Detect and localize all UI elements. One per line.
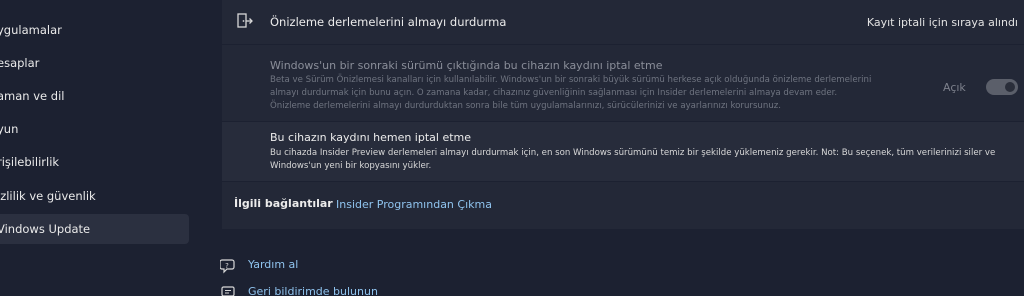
sidebar: ygulamalar esaplar aman ve dil yun rişil… xyxy=(0,0,200,296)
stop-previews-row[interactable]: Önizleme derlemelerini almayı durdurma K… xyxy=(222,0,1024,44)
sidebar-item-apps[interactable]: ygulamalar xyxy=(0,15,189,45)
sidebar-item-accessibility[interactable]: rişilebilirlik xyxy=(0,147,189,177)
toggle-state-label: Açık xyxy=(943,81,966,94)
sidebar-item-accounts[interactable]: esaplar xyxy=(0,48,189,78)
settings-window: ygulamalar esaplar aman ve dil yun rişil… xyxy=(0,0,1024,296)
insider-settings-card: Önizleme derlemelerini almayı durdurma K… xyxy=(222,0,1024,229)
sidebar-item-windows-update[interactable]: Vindows Update xyxy=(0,214,189,244)
sidebar-item-label: Vindows Update xyxy=(0,222,91,236)
help-chat-icon: ? xyxy=(219,258,236,274)
unenroll-now-description: Bu cihazda Insider Preview derlemeleri a… xyxy=(270,148,996,171)
unenroll-next-release-toggle[interactable] xyxy=(986,79,1018,95)
sidebar-item-label: ygulamalar xyxy=(0,23,62,37)
sidebar-item-time-language[interactable]: aman ve dil xyxy=(0,81,189,111)
unenroll-status-text: Kayıt iptali için sıraya alındı xyxy=(866,16,1018,29)
related-links-row: İlgili bağlantılar Insider Programından … xyxy=(222,182,1024,229)
sidebar-item-label: rişilebilirlik xyxy=(0,155,60,169)
unenroll-now-row[interactable]: Bu cihazın kaydını hemen iptal etme Bu c… xyxy=(222,122,1024,181)
toggle-knob xyxy=(1005,82,1015,92)
leave-insider-program-link[interactable]: Insider Programından Çıkma xyxy=(336,198,492,211)
unenroll-next-release-title: Windows'un bir sonraki sürümü çıktığında… xyxy=(270,59,663,72)
give-feedback-label: Geri bildirimde bulunun xyxy=(248,285,378,296)
get-help-label: Yardım al xyxy=(248,258,299,271)
get-help-link[interactable]: ? Yardım al xyxy=(219,256,520,276)
unenroll-next-release-row: Windows'un bir sonraki sürümü çıktığında… xyxy=(222,45,1024,121)
sidebar-item-gaming[interactable]: yun xyxy=(0,114,189,144)
feedback-icon xyxy=(220,285,236,296)
exit-icon xyxy=(236,12,254,30)
give-feedback-link[interactable]: Geri bildirimde bulunun xyxy=(220,283,520,296)
related-links-heading: İlgili bağlantılar xyxy=(234,197,333,210)
unenroll-next-release-description: Beta ve Sürüm Önizlemesi kanalları için … xyxy=(270,75,872,111)
sidebar-item-label: aman ve dil xyxy=(0,89,65,103)
sidebar-item-privacy-security[interactable]: izlilik ve güvenlik xyxy=(0,181,189,211)
sidebar-item-label: izlilik ve güvenlik xyxy=(0,189,96,203)
svg-text:?: ? xyxy=(225,262,229,270)
sidebar-item-label: yun xyxy=(0,122,19,136)
sidebar-item-label: esaplar xyxy=(0,56,40,70)
unenroll-now-title: Bu cihazın kaydını hemen iptal etme xyxy=(270,131,472,144)
stop-previews-title: Önizleme derlemelerini almayı durdurma xyxy=(270,15,507,29)
